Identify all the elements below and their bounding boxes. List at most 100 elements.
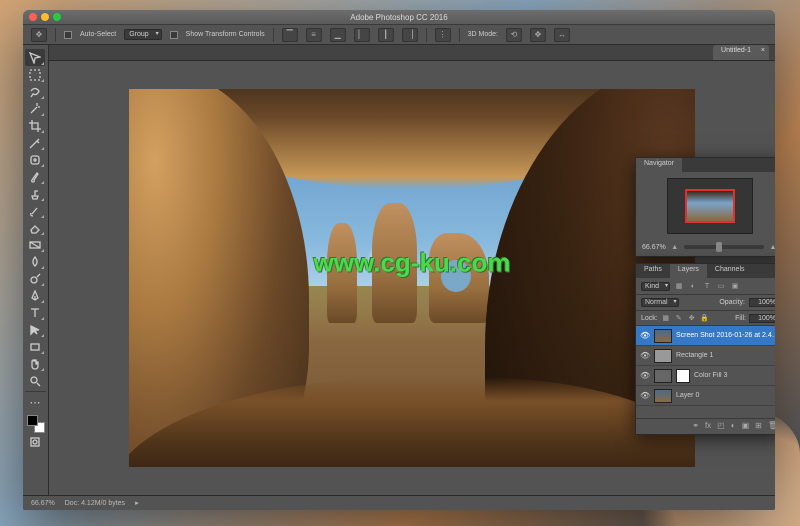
- 3d-slide-icon[interactable]: ↔: [554, 28, 570, 42]
- history-brush-tool[interactable]: [25, 202, 45, 219]
- brush-tool[interactable]: [25, 168, 45, 185]
- layer-row[interactable]: 👁 Rectangle 1: [636, 346, 775, 366]
- gradient-tool[interactable]: [25, 236, 45, 253]
- link-layers-icon[interactable]: ⚭: [692, 421, 699, 432]
- navigator-zoom-value: 66.67%: [642, 244, 666, 251]
- photoshop-window: Adobe Photoshop CC 2016 ✥ Auto-Select Gr…: [23, 10, 775, 510]
- type-tool[interactable]: [25, 304, 45, 321]
- layer-thumbnail[interactable]: [654, 389, 672, 403]
- lock-all-icon[interactable]: 🔒: [700, 313, 710, 323]
- move-tool[interactable]: [25, 49, 45, 66]
- blend-mode-dropdown[interactable]: Normal: [641, 298, 679, 307]
- delete-layer-icon[interactable]: 🗑: [768, 421, 775, 432]
- layer-name[interactable]: Layer 0: [676, 392, 775, 399]
- layer-list: 👁 Screen Shot 2016-01-26 at 2.42.25 PM 👁…: [636, 326, 775, 406]
- lock-position-icon[interactable]: ✥: [687, 313, 697, 323]
- zoom-tool[interactable]: [25, 372, 45, 389]
- path-selection-tool[interactable]: [25, 321, 45, 338]
- window-close-icon[interactable]: [29, 13, 37, 21]
- layer-thumbnail[interactable]: [654, 369, 672, 383]
- status-zoom[interactable]: 66.67%: [31, 500, 55, 507]
- window-minimize-icon[interactable]: [41, 13, 49, 21]
- quick-mask-icon[interactable]: [25, 433, 45, 450]
- filter-pixel-icon[interactable]: ▦: [674, 281, 684, 291]
- eyedropper-tool[interactable]: [25, 134, 45, 151]
- lock-transparency-icon[interactable]: ▦: [661, 313, 671, 323]
- layers-panel[interactable]: Paths Layers Channels Kind ▦ ◐ T ▭ ▣ Nor…: [635, 263, 775, 435]
- align-vcenter-icon[interactable]: ≡: [306, 28, 322, 42]
- layer-style-icon[interactable]: fx: [705, 421, 711, 432]
- new-layer-icon[interactable]: ⊞: [755, 421, 762, 432]
- filter-type-icon[interactable]: T: [702, 281, 712, 291]
- 3d-orbit-icon[interactable]: ⟲: [506, 28, 522, 42]
- layer-group-icon[interactable]: ▣: [742, 421, 750, 432]
- filter-adjust-icon[interactable]: ◐: [688, 281, 698, 291]
- paths-tab[interactable]: Paths: [636, 264, 670, 278]
- zoom-in-icon[interactable]: ▲: [768, 242, 775, 252]
- layer-filter-kind-dropdown[interactable]: Kind: [641, 282, 670, 291]
- navigator-zoom-slider[interactable]: [684, 245, 764, 249]
- layer-name[interactable]: Rectangle 1: [676, 352, 775, 359]
- hand-tool[interactable]: [25, 355, 45, 372]
- align-top-icon[interactable]: ▔: [282, 28, 298, 42]
- layer-name[interactable]: Screen Shot 2016-01-26 at 2.42.25 PM: [676, 332, 775, 339]
- channels-tab[interactable]: Channels: [707, 264, 753, 278]
- crop-tool[interactable]: [25, 117, 45, 134]
- align-hcenter-icon[interactable]: ┃: [378, 28, 394, 42]
- app-title: Adobe Photoshop CC 2016: [350, 13, 447, 22]
- visibility-toggle-icon[interactable]: 👁: [640, 391, 650, 400]
- dodge-tool[interactable]: [25, 270, 45, 287]
- status-chevron-icon[interactable]: ▸: [135, 499, 139, 507]
- window-zoom-icon[interactable]: [53, 13, 61, 21]
- edit-toolbar-icon[interactable]: ⋯: [25, 394, 45, 411]
- close-tab-icon[interactable]: ×: [761, 47, 765, 54]
- layer-row[interactable]: 👁 Color Fill 3: [636, 366, 775, 386]
- marquee-tool[interactable]: [25, 66, 45, 83]
- layer-row[interactable]: 👁 Layer 0: [636, 386, 775, 406]
- rectangle-tool[interactable]: [25, 338, 45, 355]
- visibility-toggle-icon[interactable]: 👁: [640, 331, 650, 340]
- foreground-color-swatch[interactable]: [27, 415, 38, 426]
- lock-pixels-icon[interactable]: ✎: [674, 313, 684, 323]
- filter-smart-icon[interactable]: ▣: [730, 281, 740, 291]
- fill-label: Fill:: [735, 315, 746, 322]
- distribute-icon[interactable]: ⋮: [435, 28, 451, 42]
- eraser-tool[interactable]: [25, 219, 45, 236]
- adjustment-layer-icon[interactable]: ◐: [731, 421, 736, 432]
- opacity-field[interactable]: 100%: [749, 298, 775, 307]
- layer-thumbnail[interactable]: [654, 349, 672, 363]
- layers-tab[interactable]: Layers: [670, 264, 707, 278]
- 3d-pan-icon[interactable]: ✥: [530, 28, 546, 42]
- magic-wand-tool[interactable]: [25, 100, 45, 117]
- filter-shape-icon[interactable]: ▭: [716, 281, 726, 291]
- navigator-tab[interactable]: Navigator: [636, 158, 682, 172]
- align-bottom-icon[interactable]: ▁: [330, 28, 346, 42]
- visibility-toggle-icon[interactable]: 👁: [640, 351, 650, 360]
- opacity-label: Opacity:: [719, 299, 745, 306]
- navigator-panel[interactable]: Navigator 66.67% ▲ ▲: [635, 157, 775, 257]
- pen-tool[interactable]: [25, 287, 45, 304]
- visibility-toggle-icon[interactable]: 👁: [640, 371, 650, 380]
- show-transform-checkbox[interactable]: [170, 31, 178, 39]
- blur-tool[interactable]: [25, 253, 45, 270]
- auto-select-target-dropdown[interactable]: Group: [124, 29, 161, 40]
- layer-mask-thumbnail[interactable]: [676, 369, 690, 383]
- navigator-thumbnail[interactable]: [667, 178, 753, 234]
- color-swatches[interactable]: [25, 415, 46, 433]
- status-doc-info[interactable]: Doc: 4.12M/0 bytes: [65, 500, 125, 507]
- layer-row[interactable]: 👁 Screen Shot 2016-01-26 at 2.42.25 PM: [636, 326, 775, 346]
- document-canvas[interactable]: www.cg-ku.com: [129, 89, 695, 467]
- fill-field[interactable]: 100%: [749, 314, 775, 323]
- auto-select-checkbox[interactable]: [64, 31, 72, 39]
- align-right-icon[interactable]: ▕: [402, 28, 418, 42]
- document-tab[interactable]: Untitled-1 ×: [713, 45, 769, 60]
- zoom-out-icon[interactable]: ▲: [670, 242, 680, 252]
- layer-thumbnail[interactable]: [654, 329, 672, 343]
- layer-mask-icon[interactable]: ◰: [717, 421, 725, 432]
- healing-brush-tool[interactable]: [25, 151, 45, 168]
- lasso-tool[interactable]: [25, 83, 45, 100]
- clone-stamp-tool[interactable]: [25, 185, 45, 202]
- status-bar: 66.67% Doc: 4.12M/0 bytes ▸: [23, 495, 775, 510]
- layer-name[interactable]: Color Fill 3: [694, 372, 775, 379]
- align-left-icon[interactable]: ▏: [354, 28, 370, 42]
